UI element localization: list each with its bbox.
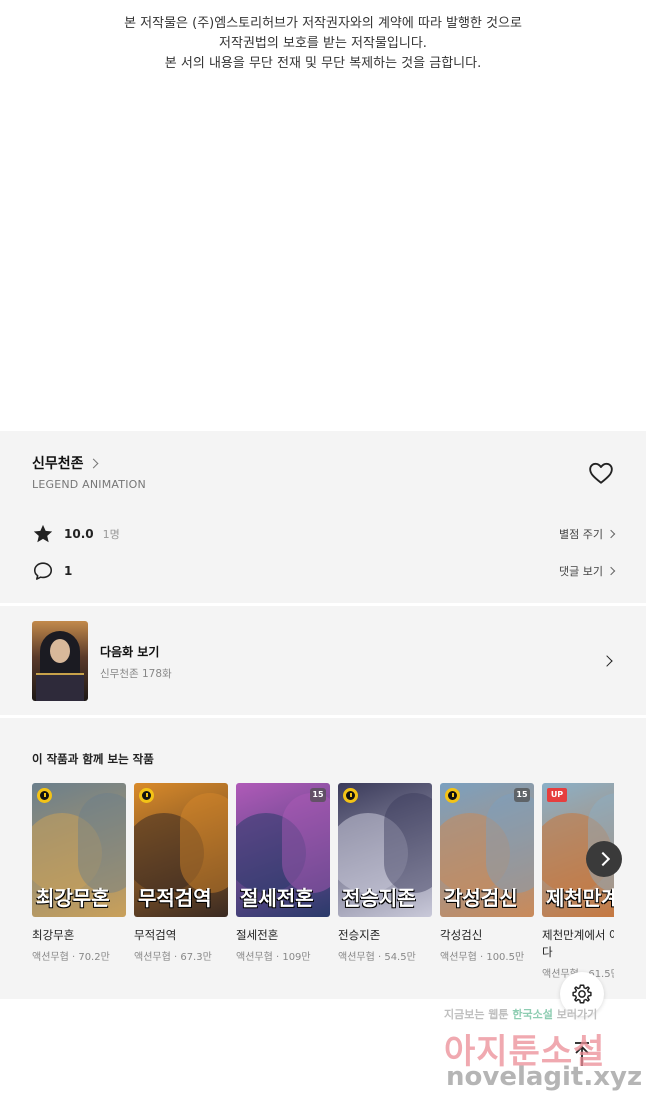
recommend-card[interactable]: 제천만계 UP 제천만계에서 아오다 액션무협 · 61.5만 (542, 783, 614, 980)
recommend-title: 절세전혼 (236, 928, 279, 942)
settings-button[interactable] (560, 972, 604, 1016)
chevron-right-icon (606, 566, 616, 576)
star-icon (33, 524, 53, 543)
work-title-link[interactable]: 신무천존 (32, 453, 98, 473)
recommend-title: 무적검역 (134, 928, 177, 942)
age-rating-badge: 15 (310, 788, 326, 802)
recommend-card[interactable]: 최강무혼 최강무혼 액션무협 · 70.2만 (32, 783, 126, 963)
rating-count: 1명 (102, 528, 120, 541)
recommend-meta: 액션무협 · 100.5만 (440, 952, 525, 963)
recommend-meta: 액션무협 · 67.3만 (134, 952, 212, 963)
recommend-cover: 절세전혼 15 (236, 783, 330, 917)
recommend-title: 각성검신 (440, 928, 483, 942)
carousel-next-button[interactable] (586, 841, 622, 877)
age-rating-badge: 15 (514, 788, 530, 802)
clock-icon (445, 788, 460, 803)
recommend-list: 최강무혼 최강무혼 액션무협 · 70.2만 무적검역 무적검역 액션무협 · … (32, 783, 614, 993)
recommend-card[interactable]: 전승지존 전승지존 액션무협 · 54.5만 (338, 783, 432, 963)
comments-button-label: 댓글 보기 (559, 565, 603, 578)
chevron-right-icon (606, 529, 616, 539)
clock-icon (37, 788, 52, 803)
rating-score: 10.0 (64, 527, 94, 541)
recommend-card[interactable]: 무적검역 무적검역 액션무협 · 67.3만 (134, 783, 228, 963)
comments-button[interactable]: 댓글 보기 (559, 563, 616, 579)
next-episode-thumbnail (32, 621, 88, 701)
copyright-line: 본 저작물은 (주)엠스토리허브가 저작권자와의 계약에 따라 발행한 것으로 (124, 16, 522, 31)
heart-outline-icon[interactable] (588, 461, 614, 485)
rate-button-label: 별점 주기 (559, 528, 603, 541)
watermark: novelagit.xyz (446, 1062, 643, 1092)
recommend-heading: 이 작품과 함께 보는 작품 (32, 752, 154, 766)
cover-title-art: 제천만계 (546, 886, 614, 910)
copyright-notice: 본 저작물은 (주)엠스토리허브가 저작권자와의 계약에 따라 발행한 것으로 … (0, 14, 646, 74)
recommend-cover: 최강무혼 (32, 783, 126, 917)
clock-icon (343, 788, 358, 803)
recommend-meta: 액션무협 · 70.2만 (32, 952, 110, 963)
work-info-panel: 신무천존 LEGEND ANIMATION 10.0 1명 별점 주기 1 댓글… (0, 431, 646, 999)
recommend-cover: 전승지존 (338, 783, 432, 917)
speech-bubble-icon (33, 562, 53, 580)
next-episode-label: 다음화 보기 (100, 645, 160, 659)
recommend-card[interactable]: 각성검신 15 각성검신 액션무협 · 100.5만 (440, 783, 534, 963)
comment-count: 1 (64, 564, 73, 578)
comment-row: 1 댓글 보기 (32, 560, 616, 582)
studio-name: LEGEND ANIMATION (32, 478, 146, 491)
recommend-cover: 각성검신 15 (440, 783, 534, 917)
cover-title-art: 절세전혼 (240, 886, 314, 910)
recommend-title: 제천만계에서 아오다 (542, 928, 614, 959)
rating-row: 10.0 1명 별점 주기 (32, 523, 616, 545)
next-episode-button[interactable]: 다음화 보기 신무천존 178화 (0, 606, 646, 716)
cover-title-art: 전승지존 (342, 886, 416, 910)
update-badge: UP (547, 788, 567, 802)
recommend-cover: 무적검역 (134, 783, 228, 917)
divider (0, 715, 646, 718)
work-title: 신무천존 (32, 456, 84, 472)
arrow-up-icon[interactable] (566, 1040, 598, 1068)
chevron-right-icon (88, 458, 98, 468)
recommend-title: 전승지존 (338, 928, 381, 942)
cover-title-art: 무적검역 (138, 886, 212, 910)
gear-icon (572, 984, 592, 1004)
cover-title-art: 각성검신 (444, 886, 518, 910)
recommend-meta: 액션무협 · 109만 (236, 952, 311, 963)
copyright-line: 본 서의 내용을 무단 전재 및 무단 복제하는 것을 금합니다. (164, 56, 482, 71)
recommend-title: 최강무혼 (32, 928, 75, 942)
clock-icon (139, 788, 154, 803)
recommend-card[interactable]: 절세전혼 15 절세전혼 액션무협 · 109만 (236, 783, 330, 963)
cover-title-art: 최강무혼 (36, 886, 110, 910)
next-episode-number: 신무천존 178화 (100, 668, 172, 680)
chevron-right-icon (601, 655, 613, 667)
recommend-meta: 액션무협 · 54.5만 (338, 952, 416, 963)
rate-button[interactable]: 별점 주기 (559, 526, 616, 542)
copyright-line: 저작권법의 보호를 받는 저작물입니다. (219, 36, 427, 51)
